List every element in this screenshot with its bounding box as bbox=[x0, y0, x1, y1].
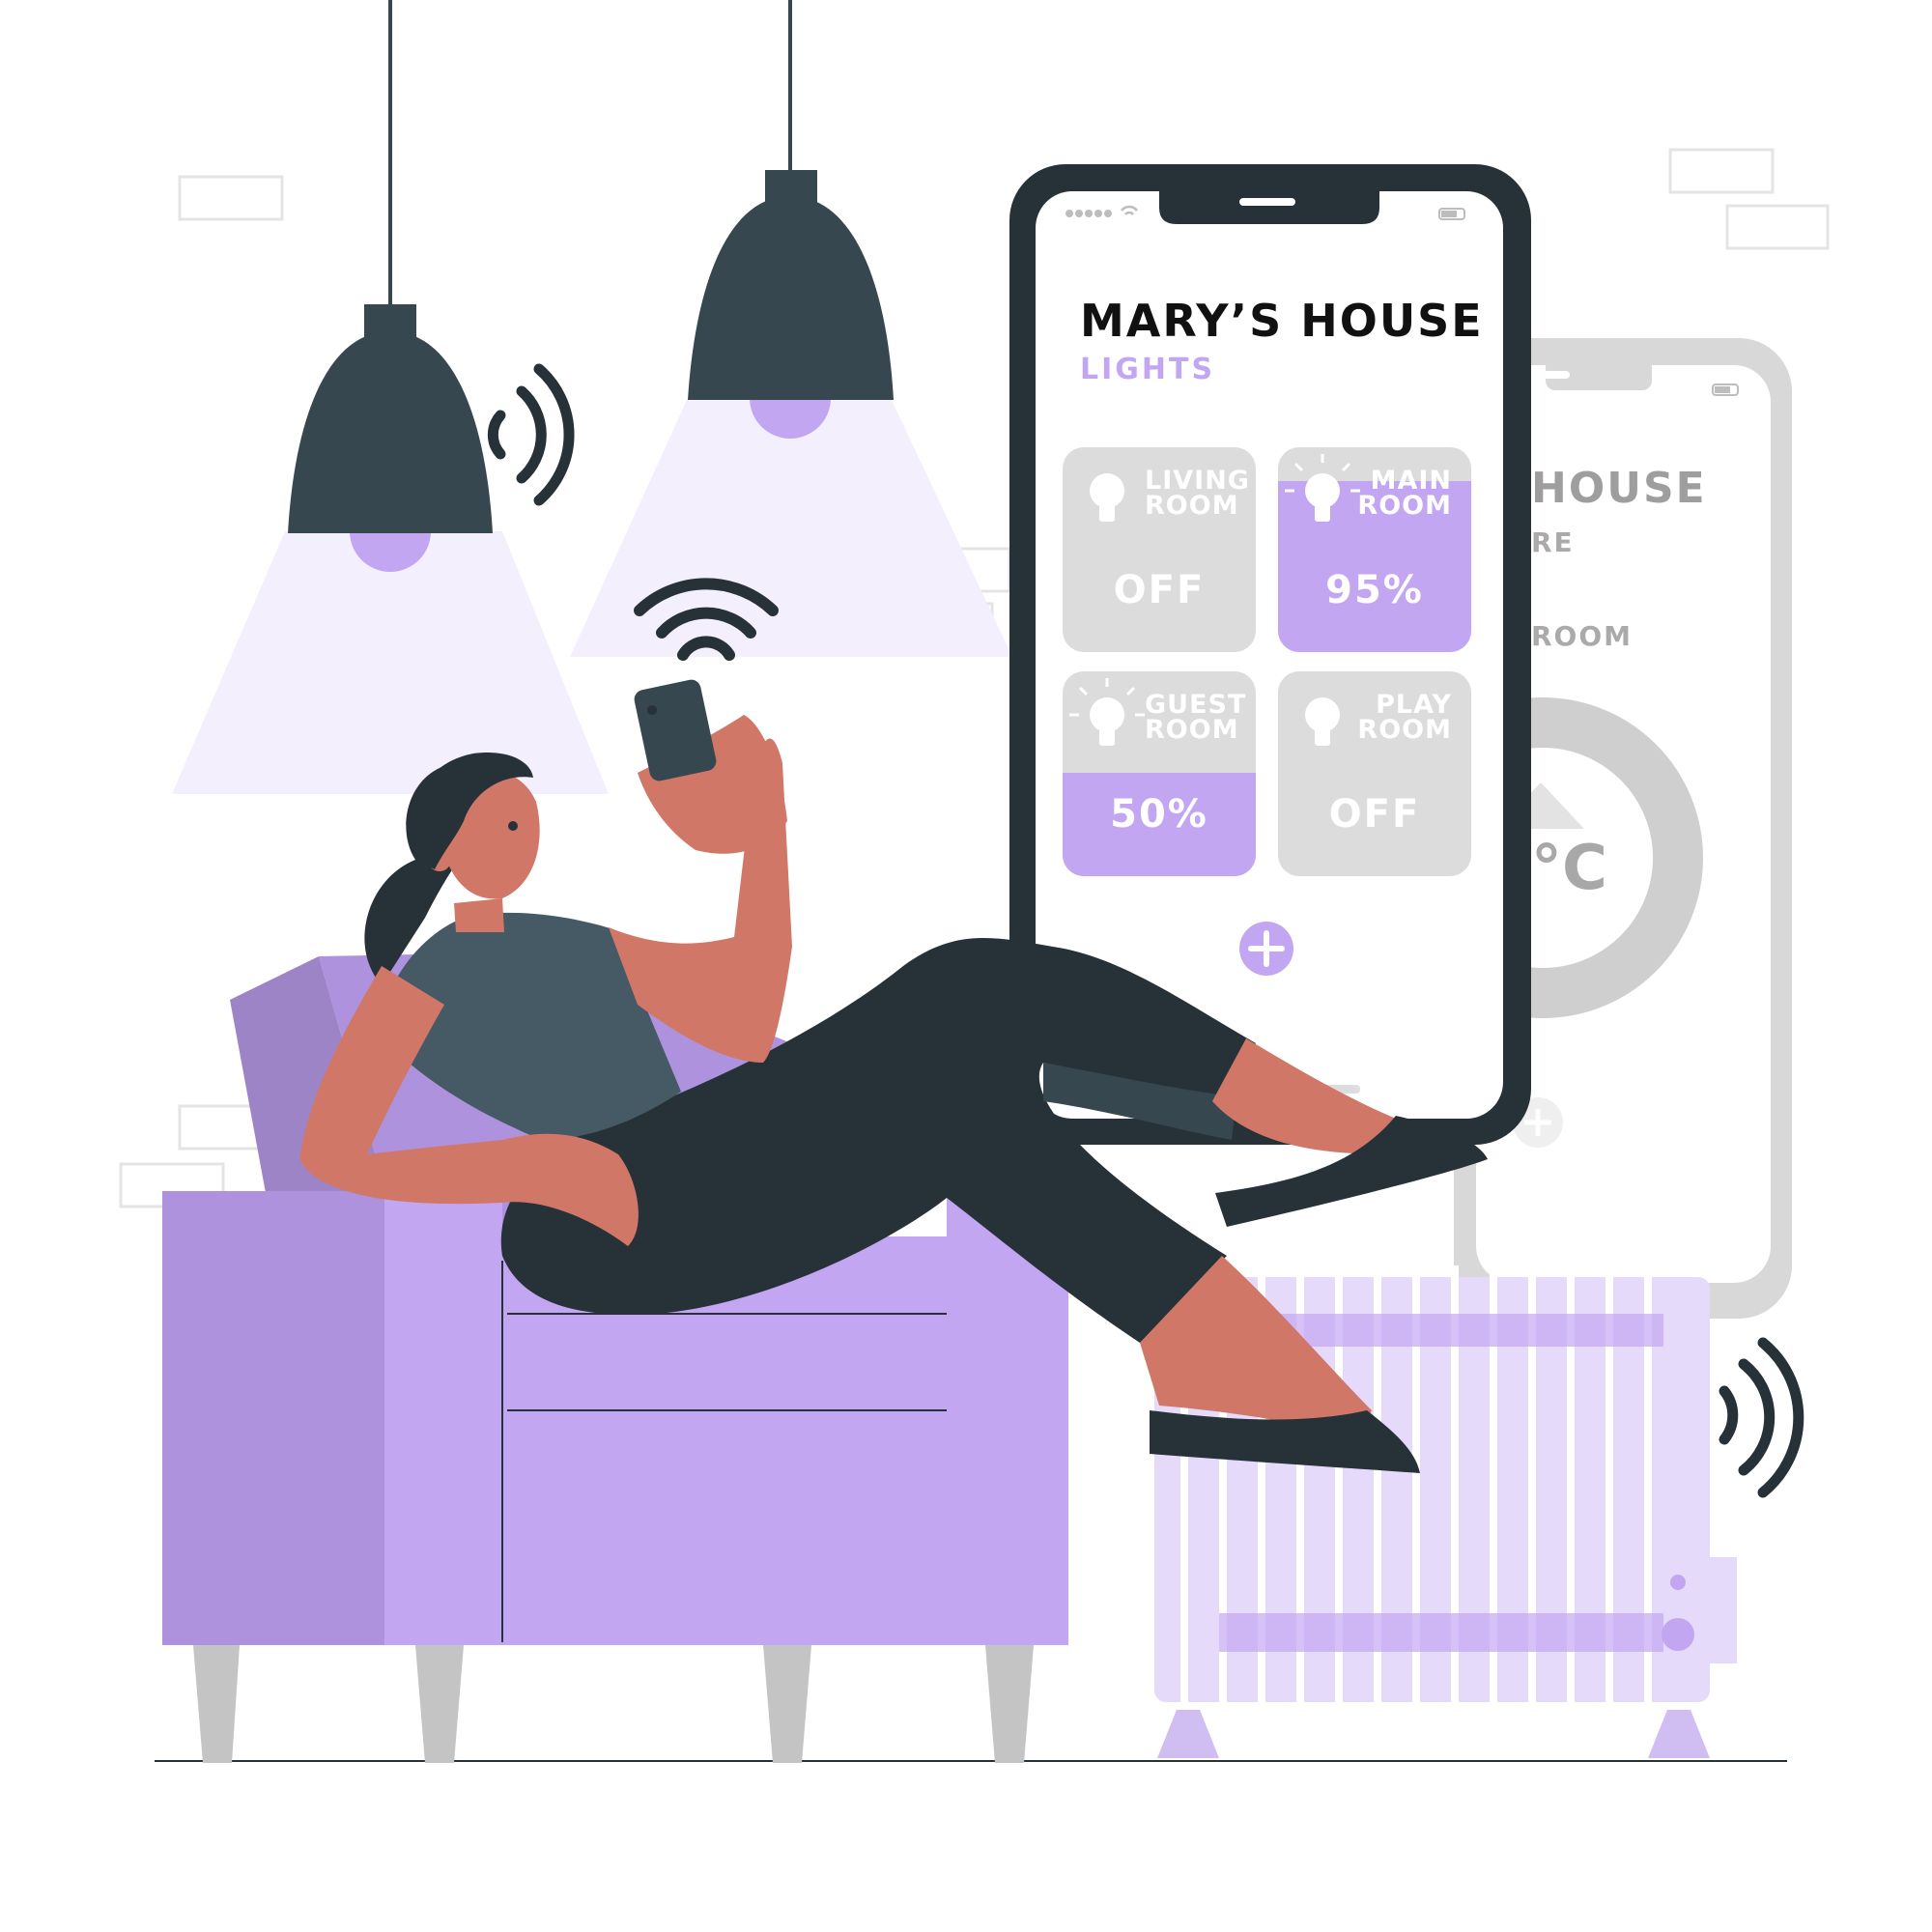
back-phone-temperature: °C bbox=[1531, 833, 1607, 904]
pendant-lamp-right bbox=[688, 170, 894, 439]
page-title: MARY’S HOUSE bbox=[1080, 295, 1484, 347]
add-room-button[interactable] bbox=[1239, 922, 1293, 976]
pendant-lamp-left bbox=[288, 304, 493, 572]
tile-guest-room-value: 50% bbox=[1110, 792, 1208, 837]
tile-living-room-value: OFF bbox=[1113, 568, 1206, 612]
tile-main-room-value: 95% bbox=[1325, 568, 1424, 612]
illustration-canvas bbox=[119, 0, 1830, 1763]
back-phone-title: HOUSE bbox=[1531, 464, 1707, 513]
tile-play-room-value: OFF bbox=[1328, 792, 1421, 837]
section-label: LIGHTS bbox=[1080, 353, 1216, 386]
smart-home-illustration: MARY’S HOUSE LIGHTS LIVING ROOM MAIN ROOM … bbox=[0, 0, 1932, 1932]
back-phone-subtitle: RE bbox=[1531, 526, 1575, 558]
tile-play-room-label: PLAY ROOM bbox=[1357, 690, 1452, 745]
back-phone-room: ROOM bbox=[1531, 620, 1634, 652]
tile-guest-room-label: GUEST ROOM bbox=[1145, 690, 1247, 745]
signal-waves-icon bbox=[487, 363, 575, 506]
signal-waves-icon bbox=[1719, 1337, 1804, 1498]
tile-main-room-label: MAIN ROOM bbox=[1357, 466, 1452, 521]
tile-living-room-label: LIVING ROOM bbox=[1145, 466, 1250, 521]
